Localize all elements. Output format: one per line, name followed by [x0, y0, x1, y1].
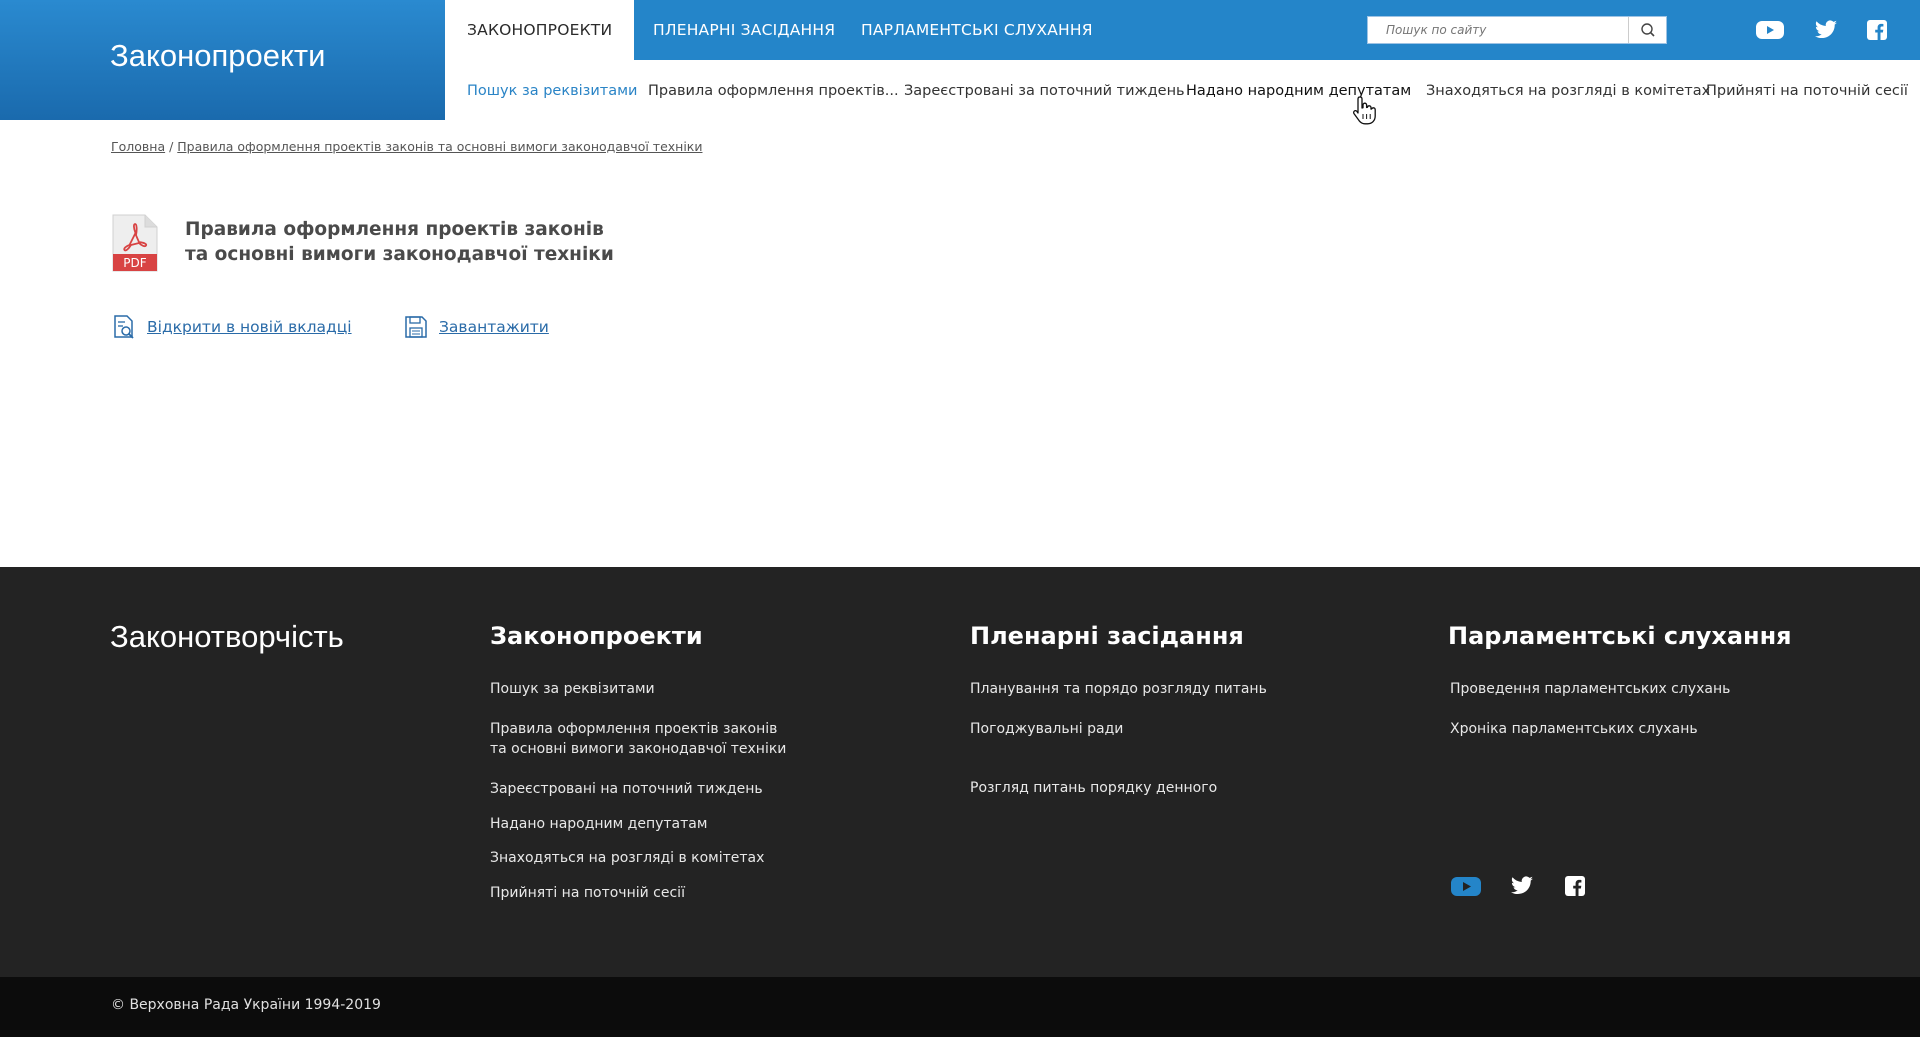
tab-zakonoproekty[interactable]: Законопроекти — [445, 0, 635, 60]
footer-link[interactable]: Знаходяться на розгляді в комітетах — [490, 848, 764, 868]
download-link[interactable]: Завантажити — [403, 314, 549, 340]
copyright-text: © Верховна Рада України 1994-2019 — [111, 997, 381, 1013]
document-title-line1: Правила оформлення проектів законів — [185, 219, 604, 240]
facebook-icon — [1867, 20, 1887, 40]
brand-title[interactable]: Законопроекти — [110, 38, 325, 74]
footer-link[interactable]: Правила оформлення проектів законів — [490, 719, 777, 739]
site-header: Законопроекти Законопроекти Пленарні зас… — [0, 0, 1920, 125]
twitter-icon — [1511, 876, 1533, 895]
breadcrumb-separator: / — [165, 139, 178, 154]
pdf-icon-label: PDF — [123, 256, 146, 270]
subnav-registered-week[interactable]: Зареєстровані за поточний тиждень — [904, 60, 1185, 120]
footer-link[interactable]: Розгляд питань порядку денного — [970, 778, 1217, 798]
twitter-icon — [1815, 20, 1837, 39]
facebook-icon — [1565, 876, 1585, 896]
footer-link[interactable]: Хроніка парламентських слухань — [1450, 719, 1698, 739]
download-label[interactable]: Завантажити — [439, 318, 549, 336]
brand-block: Законопроекти — [0, 0, 445, 120]
subnav-adopted-session[interactable]: Прийняті на поточній сесії — [1706, 60, 1908, 120]
youtube-link[interactable] — [1755, 18, 1785, 42]
tab-plenary[interactable]: Пленарні засідання — [631, 0, 857, 60]
search-input[interactable] — [1368, 17, 1630, 43]
pdf-file-icon: PDF — [112, 214, 158, 272]
facebook-link[interactable] — [1865, 18, 1895, 42]
search-icon — [1641, 23, 1655, 37]
subnav-in-committees[interactable]: Знаходяться на розгляді в комітетах — [1426, 60, 1710, 120]
search-button[interactable] — [1628, 17, 1666, 43]
footer-facebook-link[interactable] — [1563, 874, 1587, 898]
document-title-line2: та основні вимоги законодавчої техніки — [185, 244, 614, 265]
footer-col-title[interactable]: Законопроекти — [490, 622, 703, 650]
footer-link[interactable]: Планування та порядо розгляду питань — [970, 679, 1267, 699]
youtube-icon — [1756, 21, 1784, 39]
search-box — [1367, 16, 1667, 44]
footer-col-hearings: Парламентські слухання — [1448, 622, 1792, 650]
footer-col-title[interactable]: Пленарні засідання — [970, 622, 1244, 650]
twitter-link[interactable] — [1811, 18, 1841, 42]
footer-link[interactable]: Проведення парламентських слухань — [1450, 679, 1730, 699]
footer-link[interactable]: та основні вимоги законодавчої техніки — [490, 739, 786, 759]
sub-nav: Пошук за реквізитами Правила оформлення … — [445, 60, 1920, 120]
footer-col-plenary: Пленарні засідання — [970, 622, 1244, 650]
footer-link[interactable]: Зареєстровані на поточний тиждень — [490, 779, 763, 799]
top-nav-bar: Законопроекти Пленарні засідання Парламе… — [445, 0, 1920, 60]
footer-link[interactable]: Прийняті на поточній сесії — [490, 883, 685, 903]
footer-twitter-link[interactable] — [1509, 874, 1535, 898]
footer-youtube-link[interactable] — [1450, 874, 1482, 898]
subnav-rules[interactable]: Правила оформлення проектів... — [648, 60, 899, 120]
copyright-bar: © Верховна Рада України 1994-2019 — [0, 977, 1920, 1037]
breadcrumb: Головна / Правила оформлення проектів за… — [111, 139, 702, 154]
footer-link[interactable]: Погоджувальні ради — [970, 719, 1123, 739]
footer-col-zakonoproekty: Законопроекти — [490, 622, 703, 650]
subnav-search-requisites[interactable]: Пошук за реквізитами — [467, 60, 637, 120]
youtube-icon — [1451, 877, 1481, 896]
breadcrumb-home[interactable]: Головна — [111, 139, 165, 154]
open-new-tab-label[interactable]: Відкрити в новій вкладці — [147, 318, 352, 336]
tab-hearings[interactable]: Парламентські слухання — [839, 0, 1115, 60]
site-footer: Законотворчість Законопроекти Пошук за р… — [0, 567, 1920, 977]
breadcrumb-current[interactable]: Правила оформлення проектів законів та о… — [177, 139, 702, 154]
footer-link[interactable]: Надано народним депутатам — [490, 814, 707, 834]
hand-cursor-icon — [1353, 96, 1376, 125]
open-document-icon — [114, 315, 134, 339]
footer-brand[interactable]: Законотворчість — [110, 619, 344, 655]
footer-col-title[interactable]: Парламентські слухання — [1448, 622, 1792, 650]
document-title: Правила оформлення проектів законів та о… — [185, 217, 705, 267]
open-new-tab-link[interactable]: Відкрити в новій вкладці — [111, 314, 352, 340]
footer-link[interactable]: Пошук за реквізитами — [490, 679, 655, 699]
save-disk-icon — [405, 316, 427, 338]
